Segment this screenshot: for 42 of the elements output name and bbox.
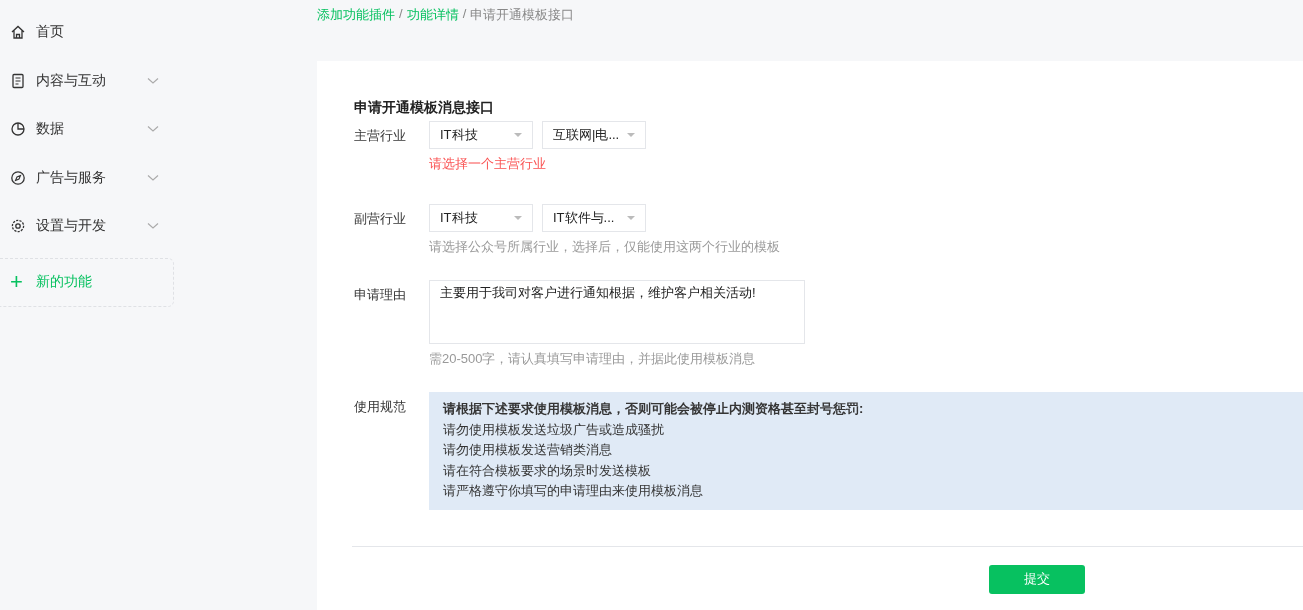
breadcrumb-separator: / — [399, 6, 403, 23]
nav-label: 广告与服务 — [36, 168, 107, 187]
dropdown-caret-icon — [514, 216, 522, 220]
nav-label: 内容与互动 — [36, 71, 107, 90]
sidebar-item[interactable]: 数据 — [0, 105, 174, 154]
sidebar-item[interactable]: 设置与开发 — [0, 202, 174, 251]
rule-text: 请在符合模板要求的场景时发送模板 — [443, 461, 652, 480]
rule-text: 请勿使用模板发送垃圾广告或造成骚扰 — [443, 420, 665, 439]
plus-icon: + — [10, 271, 26, 293]
industry-select[interactable]: IT科技 — [429, 121, 533, 149]
rules-heading: 请根据下述要求使用模板消息，否则可能会被停止内测资格甚至封号惩罚: — [443, 400, 865, 418]
industry-select[interactable]: IT科技 — [429, 204, 533, 232]
compass-icon — [10, 169, 26, 186]
rule-text: 请严格遵守你填写的申请理由来使用模板消息 — [443, 482, 704, 500]
sidebar-item[interactable]: 内容与互动 — [0, 56, 174, 105]
breadcrumb-separator: / — [462, 6, 467, 23]
hint-text: 需20-500字，请认真填写申请理由，并据此使用模板消息 — [429, 350, 757, 368]
new-feature-label: 新的功能 — [36, 273, 92, 291]
field-label: 申请理由 — [354, 286, 407, 304]
rule-text: 请勿使用模板发送营销类消息 — [443, 441, 613, 459]
sidebar-item[interactable]: 广告与服务 — [0, 153, 174, 202]
nav-label: 设置与开发 — [36, 217, 107, 236]
nav-label: 首页 — [36, 23, 65, 42]
pie-chart-icon — [10, 121, 26, 138]
industry-select[interactable]: 互联网|电... — [542, 121, 646, 149]
reason-textarea[interactable]: 主要用于我司对客户进行通知根据，维护客户相关活动! — [429, 280, 805, 344]
dropdown-caret-icon — [627, 133, 635, 137]
field-label: 主营行业 — [354, 127, 407, 145]
settings-icon — [10, 218, 26, 235]
breadcrumb-current: 申请开通模板接口 — [470, 6, 575, 24]
error-message: 请选择一个主营行业 — [429, 155, 547, 173]
document-icon — [10, 72, 26, 89]
sidebar-item[interactable]: 首页 — [0, 8, 174, 57]
dropdown-caret-icon — [627, 216, 635, 220]
field-label: 使用规范 — [354, 398, 407, 416]
hint-text: 请选择公众号所属行业，选择后，仅能使用这两个行业的模板 — [429, 238, 780, 256]
home-icon — [10, 24, 26, 41]
field-label: 副营行业 — [354, 210, 407, 228]
dropdown-caret-icon — [514, 133, 522, 137]
form-title: 申请开通模板消息接口 — [354, 99, 495, 117]
nav-label: 数据 — [36, 120, 65, 139]
industry-select[interactable]: IT软件与... — [542, 204, 646, 232]
